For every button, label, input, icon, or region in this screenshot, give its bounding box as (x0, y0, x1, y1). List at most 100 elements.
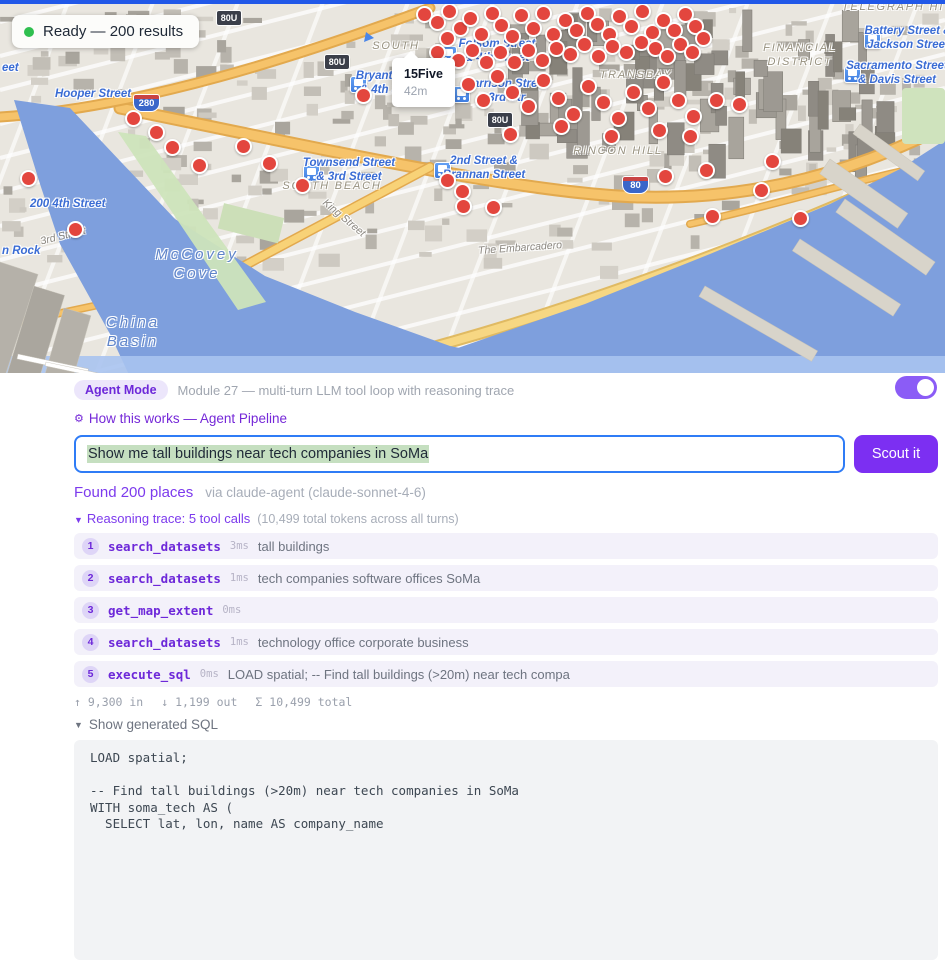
result-marker[interactable] (485, 199, 502, 216)
agent-mode-row: Agent Mode Module 27 — multi-turn LLM to… (74, 373, 938, 401)
result-marker[interactable] (580, 78, 597, 95)
result-marker[interactable] (464, 42, 481, 59)
tool-call-name: search_datasets (108, 539, 221, 554)
pipeline-help-link[interactable]: ⚙ How this works — Agent Pipeline (74, 410, 938, 427)
result-marker[interactable] (634, 4, 651, 20)
result-marker[interactable] (670, 92, 687, 109)
result-marker[interactable] (764, 153, 781, 170)
chevron-down-icon: ▼ (74, 515, 83, 525)
tool-call-name: search_datasets (108, 635, 221, 650)
trace-token-note: (10,499 total tokens across all turns) (257, 512, 459, 526)
tool-call-row[interactable]: 4search_datasets1mstechnology office cor… (74, 629, 938, 655)
agent-mode-toggle[interactable] (895, 376, 937, 399)
result-marker[interactable] (623, 18, 640, 35)
query-input[interactable]: Show me tall buildings near tech compani… (74, 435, 845, 473)
result-marker[interactable] (535, 72, 552, 89)
tool-call-name: get_map_extent (108, 603, 213, 618)
result-marker[interactable] (685, 108, 702, 125)
tokens-in: ↑ 9,300 in (74, 695, 143, 709)
result-marker[interactable] (125, 110, 142, 127)
result-marker[interactable] (455, 198, 472, 215)
tool-call-row[interactable]: 1search_datasets3mstall buildings (74, 533, 938, 559)
result-marker[interactable] (550, 90, 567, 107)
result-marker[interactable] (439, 172, 456, 189)
result-marker[interactable] (520, 42, 537, 59)
gear-icon: ⚙ (74, 412, 84, 425)
map-markers-layer (0, 4, 945, 373)
result-marker[interactable] (460, 76, 477, 93)
result-marker[interactable] (164, 139, 181, 156)
result-marker[interactable] (462, 10, 479, 27)
result-marker[interactable] (655, 74, 672, 91)
result-marker[interactable] (792, 210, 809, 227)
result-marker[interactable] (657, 168, 674, 185)
result-marker[interactable] (67, 221, 84, 238)
found-places-text: Found 200 places (74, 484, 193, 501)
result-marker[interactable] (492, 44, 509, 61)
result-marker[interactable] (475, 92, 492, 109)
result-marker[interactable] (525, 20, 542, 37)
result-marker[interactable] (595, 94, 612, 111)
tool-call-number: 3 (82, 602, 99, 619)
result-marker[interactable] (502, 126, 519, 143)
tool-call-row[interactable]: 5execute_sql0msLOAD spatial; -- Find tal… (74, 661, 938, 687)
chevron-down-icon: ▼ (74, 720, 83, 730)
result-marker[interactable] (534, 52, 551, 69)
result-marker[interactable] (191, 157, 208, 174)
result-marker[interactable] (235, 138, 252, 155)
show-sql-toggle[interactable]: ▼ Show generated SQL (74, 716, 938, 733)
token-summary-row: ↑ 9,300 in ↓ 1,199 out Σ 10,499 total (74, 695, 938, 709)
result-marker[interactable] (684, 44, 701, 61)
result-marker[interactable] (553, 118, 570, 135)
result-marker[interactable] (535, 5, 552, 22)
tool-call-duration: 0ms (200, 668, 219, 680)
map-tooltip: 15Five 42m (392, 58, 455, 107)
tool-call-row[interactable]: 2search_datasets1mstech companies softwa… (74, 565, 938, 591)
result-marker[interactable] (695, 30, 712, 47)
result-marker[interactable] (506, 54, 523, 71)
result-marker[interactable] (148, 124, 165, 141)
result-marker[interactable] (441, 4, 458, 20)
result-marker[interactable] (698, 162, 715, 179)
query-input-value: Show me tall buildings near tech compani… (87, 445, 429, 463)
query-row: Show me tall buildings near tech compani… (74, 435, 938, 473)
scout-it-button[interactable]: Scout it (854, 435, 938, 473)
result-marker[interactable] (625, 84, 642, 101)
tool-call-number: 5 (82, 666, 99, 683)
result-marker[interactable] (659, 48, 676, 65)
result-marker[interactable] (20, 170, 37, 187)
result-marker[interactable] (753, 182, 770, 199)
result-marker[interactable] (704, 208, 721, 225)
result-marker[interactable] (489, 68, 506, 85)
result-marker[interactable] (576, 36, 593, 53)
tool-call-description: LOAD spatial; -- Find tall buildings (>2… (228, 667, 570, 682)
result-marker[interactable] (294, 177, 311, 194)
tool-call-description: tall buildings (258, 539, 330, 554)
result-marker[interactable] (520, 98, 537, 115)
sql-code: LOAD spatial; -- Find tall buildings (>2… (90, 750, 922, 833)
result-marker[interactable] (731, 96, 748, 113)
result-marker[interactable] (355, 87, 372, 104)
result-marker[interactable] (548, 40, 565, 57)
tooltip-title: 15Five (404, 67, 443, 81)
tooltip-subtitle: 42m (404, 84, 443, 98)
result-marker[interactable] (682, 128, 699, 145)
result-marker[interactable] (708, 92, 725, 109)
toggle-knob (917, 379, 934, 396)
result-marker[interactable] (604, 38, 621, 55)
result-marker[interactable] (640, 100, 657, 117)
result-marker[interactable] (610, 110, 627, 127)
reasoning-trace-toggle[interactable]: ▼Reasoning trace: 5 tool calls (10,499 t… (74, 511, 938, 527)
tool-call-description: tech companies software offices SoMa (258, 571, 480, 586)
result-marker[interactable] (504, 84, 521, 101)
tool-call-row[interactable]: 3get_map_extent0ms (74, 597, 938, 623)
status-text: Ready — 200 results (43, 23, 183, 40)
result-marker[interactable] (261, 155, 278, 172)
result-marker[interactable] (473, 26, 490, 43)
result-marker[interactable] (651, 122, 668, 139)
result-marker[interactable] (504, 28, 521, 45)
result-marker[interactable] (603, 128, 620, 145)
result-marker[interactable] (590, 48, 607, 65)
map-canvas[interactable]: Folsom Street& 4th StreetHarrison Stre& … (0, 4, 945, 373)
app-root: Folsom Street& 4th StreetHarrison Stre& … (0, 0, 945, 821)
